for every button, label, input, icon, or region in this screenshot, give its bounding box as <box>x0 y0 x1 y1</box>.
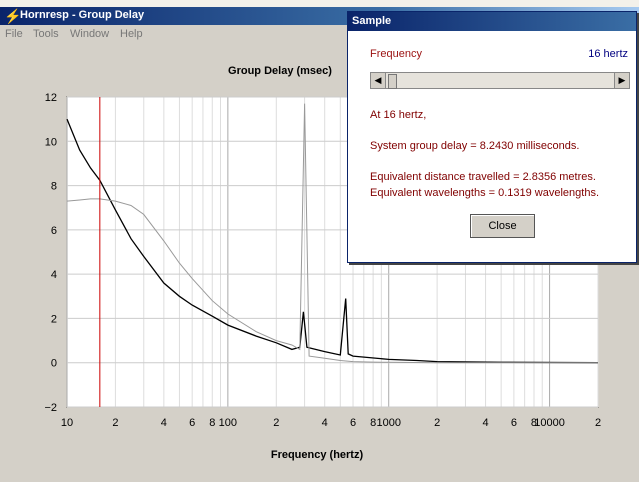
close-button[interactable]: Close <box>470 214 535 238</box>
frequency-label: Frequency <box>370 48 422 60</box>
x-tick-label: 2 <box>595 417 601 429</box>
x-tick-label: 1000 <box>376 417 400 429</box>
y-tick-label: 12 <box>45 92 57 104</box>
x-tick-label: 10000 <box>534 417 565 429</box>
scroll-left-button[interactable]: ◀ <box>371 73 386 88</box>
x-tick-label: 2 <box>434 417 440 429</box>
slider-thumb[interactable] <box>388 74 397 89</box>
lightning-icon: ⚡ <box>4 8 22 24</box>
result-line-2: System group delay = 8.2430 milliseconds… <box>370 140 580 152</box>
result-line-3: Equivalent distance travelled = 2.8356 m… <box>370 171 596 183</box>
y-tick-label: 10 <box>45 136 57 148</box>
x-tick-label: 8 <box>209 417 215 429</box>
x-tick-label: 100 <box>219 417 237 429</box>
dialog-titlebar[interactable]: Sample <box>348 12 636 31</box>
menu-help[interactable]: Help <box>120 28 143 40</box>
x-tick-label: 6 <box>511 417 517 429</box>
x-tick-label: 2 <box>112 417 118 429</box>
x-tick-label: 2 <box>273 417 279 429</box>
background-window-strip <box>0 0 639 7</box>
y-tick-label: 8 <box>51 181 57 193</box>
dialog-title: Sample <box>352 15 392 27</box>
x-tick-label: 6 <box>189 417 195 429</box>
menu-file[interactable]: File <box>5 28 23 40</box>
y-tick-label: 6 <box>51 225 57 237</box>
x-tick-label: 6 <box>350 417 356 429</box>
window-title: Hornresp - Group Delay <box>20 9 145 21</box>
y-tick-label: 2 <box>51 313 57 325</box>
x-tick-label: 4 <box>483 417 489 429</box>
frequency-slider[interactable]: ◀ ▶ <box>370 72 630 89</box>
x-axis-label: Frequency (hertz) <box>271 449 364 461</box>
frequency-value: 16 hertz <box>588 48 628 60</box>
menu-window[interactable]: Window <box>70 28 109 40</box>
scroll-right-button[interactable]: ▶ <box>614 73 629 88</box>
x-tick-label: 8 <box>370 417 376 429</box>
dialog-body: Frequency 16 hertz ◀ ▶ At 16 hertz, Syst… <box>348 31 636 262</box>
x-tick-label: 10 <box>61 417 73 429</box>
x-tick-label: 4 <box>161 417 167 429</box>
sample-dialog: Sample Frequency 16 hertz ◀ ▶ At 16 hert… <box>347 11 637 263</box>
y-tick-label: 0 <box>51 358 57 370</box>
result-line-4: Equivalent wavelengths = 0.1319 waveleng… <box>370 187 600 199</box>
y-tick-label: −2 <box>44 402 57 414</box>
result-line-1: At 16 hertz, <box>370 109 427 121</box>
x-tick-label: 4 <box>322 417 328 429</box>
menu-tools[interactable]: Tools <box>33 28 59 40</box>
y-tick-label: 4 <box>51 269 57 281</box>
